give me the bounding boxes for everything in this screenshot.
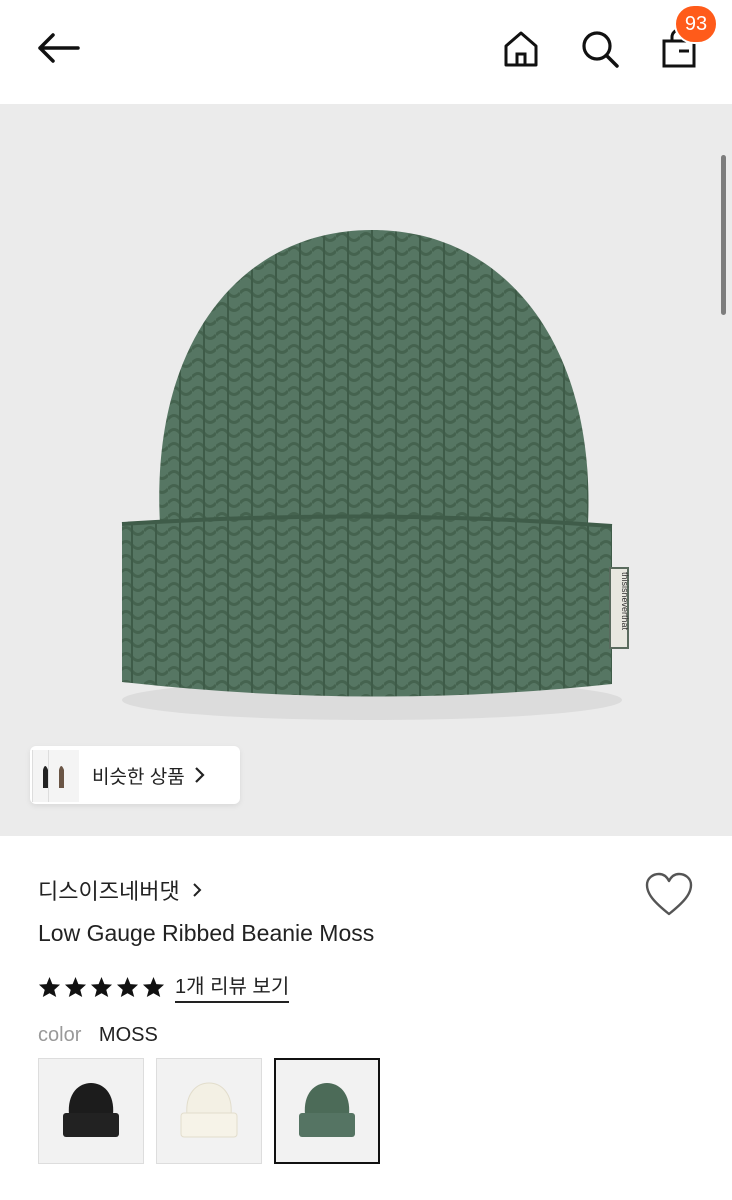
color-value: MOSS (98, 1024, 158, 1046)
color-key: color (38, 1024, 82, 1046)
rating-stars (38, 976, 165, 998)
arrow-left-icon (38, 33, 80, 63)
search-button[interactable] (574, 24, 626, 74)
star-icon (38, 976, 61, 997)
top-navigation-bar: 93 (0, 0, 732, 104)
brand-name: 디스이즈네버댓 (38, 879, 180, 904)
color-option-label: color MOSS (38, 1024, 158, 1047)
similar-thumbnails (30, 746, 90, 804)
home-icon (504, 31, 538, 67)
reviews-link[interactable]: 1개 리뷰 보기 (175, 970, 290, 1003)
beanie-cream-thumb (180, 1082, 238, 1138)
swatch-moss[interactable] (274, 1058, 380, 1164)
color-swatches (38, 1058, 380, 1164)
beanie-black-thumb (63, 1083, 119, 1137)
beanie-thumb-icon (59, 766, 64, 788)
cart-count-badge: 93 (674, 4, 718, 44)
similar-thumb (48, 750, 79, 802)
wishlist-button[interactable] (644, 872, 694, 918)
back-button[interactable] (30, 24, 86, 72)
swatch-black[interactable] (38, 1058, 144, 1164)
brand-link[interactable]: 디스이즈네버댓 (38, 874, 204, 906)
similar-products-button[interactable]: 비슷한 상품 (30, 746, 240, 804)
star-icon (90, 976, 113, 997)
star-icon (142, 976, 165, 997)
product-image[interactable]: thisisneverthat (0, 104, 732, 836)
swatch-cream[interactable] (156, 1058, 262, 1164)
home-button[interactable] (496, 24, 546, 74)
star-icon (64, 976, 87, 997)
beanie-label-tag: thisisneverthat (620, 572, 630, 631)
chevron-right-icon (194, 767, 205, 783)
beanie-moss-thumb (299, 1083, 355, 1137)
beanie-image: thisisneverthat (121, 230, 630, 720)
product-title: Low Gauge Ribbed Beanie Moss (38, 920, 375, 946)
chevron-right-icon (192, 883, 202, 897)
image-scrollbar[interactable] (721, 155, 726, 315)
star-icon (116, 976, 139, 997)
similar-products-label: 비슷한 상품 (92, 766, 185, 788)
rating-row: 1개 리뷰 보기 (38, 970, 290, 1003)
search-icon (582, 31, 619, 68)
heart-icon (645, 872, 693, 916)
